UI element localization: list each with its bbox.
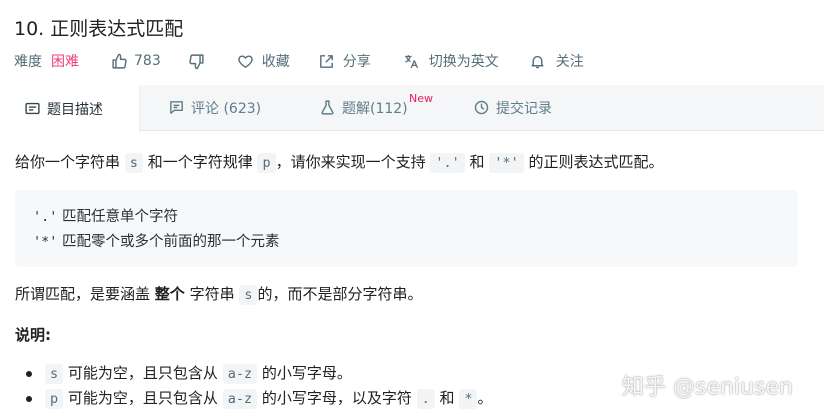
inline-code-p: p: [257, 153, 276, 173]
difficulty-label: 难度: [14, 54, 42, 70]
inline-code-dot: .: [416, 389, 435, 409]
translate-button[interactable]: 切换为英文: [403, 51, 499, 71]
comment-icon: [168, 99, 186, 117]
match-text: 所谓匹配，是要涵盖: [15, 285, 155, 303]
intro-text: 和: [464, 153, 490, 171]
share-label: 分享: [342, 54, 371, 70]
tab-solutions[interactable]: 题解(112): [319, 85, 408, 131]
problem-intro: 给你一个字符串 s 和一个字符规律 p ，请你来实现一个支持 '.' 和 '*' …: [15, 151, 664, 174]
list-item: s 可能为空，且只包含从 a-z 的小写字母。: [25, 361, 492, 386]
inline-code-range: a-z: [222, 364, 258, 384]
translate-label: 切换为英文: [428, 54, 499, 70]
rule-dot: '.' 匹配任意单个字符: [33, 205, 780, 230]
history-icon: [473, 99, 491, 117]
heart-icon: [237, 52, 255, 70]
rule-star: '*' 匹配零个或多个前面的那一个元素: [33, 230, 780, 255]
share-icon: [318, 52, 336, 70]
note-text: 的小写字母，以及字符: [257, 389, 417, 407]
note-heading: 说明:: [15, 326, 51, 344]
watermark: 知乎 @seniusen: [622, 375, 793, 400]
tab-comments-label: 评论 (623): [191, 101, 262, 117]
thumbs-down-icon: [188, 52, 206, 70]
match-bold-text: 整个: [154, 285, 185, 303]
problem-title: 10. 正则表达式匹配: [14, 18, 184, 40]
problem-header: 10. 正则表达式匹配 难度 困难 783 收藏 分享 切换为英文 关注: [0, 0, 824, 85]
list-item: p 可能为空，且只包含从 a-z 的小写字母，以及字符 . 和 *。: [25, 386, 493, 411]
note-text: 可能为空，且只包含从: [63, 389, 223, 407]
follow-label: 关注: [555, 54, 584, 70]
intro-text: 和一个字符规律: [142, 153, 258, 171]
inline-code-range: a-z: [222, 389, 258, 409]
problem-meta-bar: 难度 困难 783 收藏 分享 切换为英文 关注: [14, 51, 584, 71]
tab-solutions-label: 题解(112): [342, 101, 408, 117]
thumbs-up-icon: [110, 52, 128, 70]
like-count: 783: [134, 53, 161, 69]
dislike-button[interactable]: [188, 52, 206, 70]
favorite-button[interactable]: 收藏: [237, 51, 290, 71]
note-text: 。: [477, 389, 493, 407]
tab-description[interactable]: 题目描述: [0, 85, 140, 132]
new-badge: New: [409, 92, 433, 105]
tab-comments[interactable]: 评论 (623): [168, 85, 261, 131]
favorite-label: 收藏: [261, 54, 290, 70]
note-list: s 可能为空，且只包含从 a-z 的小写字母。 p 可能为空，且只包含从 a-z…: [25, 361, 493, 411]
inline-code-star: '*': [489, 153, 524, 173]
like-button[interactable]: 783: [110, 52, 161, 70]
tab-submissions[interactable]: 提交记录: [473, 85, 552, 131]
rules-code-block: '.' 匹配任意单个字符 '*' 匹配零个或多个前面的那一个元素: [15, 190, 798, 267]
rule-star-text: 匹配零个或多个前面的那一个元素: [57, 234, 280, 250]
intro-text: 给你一个字符串: [15, 153, 125, 171]
inline-code-s: s: [45, 364, 64, 384]
bell-icon: [529, 52, 547, 70]
difficulty-value: 困难: [51, 54, 79, 70]
tab-submissions-label: 提交记录: [496, 101, 552, 117]
rule-star-code: '*': [33, 234, 58, 250]
note-text: 和: [434, 389, 460, 407]
note-text: 可能为空，且只包含从: [63, 364, 223, 382]
translate-icon: [403, 52, 421, 70]
intro-text: ，请你来实现一个支持: [275, 153, 431, 171]
inline-code-p: p: [45, 389, 64, 409]
match-text: 字符串: [184, 285, 240, 303]
match-text: 的，而不是部分字符串。: [257, 285, 423, 303]
flask-icon: [319, 99, 337, 117]
intro-text: 的正则表达式匹配。: [523, 153, 664, 171]
note-text: 的小写字母。: [257, 364, 352, 382]
follow-button[interactable]: 关注: [529, 51, 584, 71]
match-definition: 所谓匹配，是要涵盖 整个 字符串 s 的，而不是部分字符串。: [15, 283, 423, 306]
rule-dot-text: 匹配任意单个字符: [57, 209, 178, 225]
description-icon: [24, 100, 42, 118]
inline-code-s: s: [239, 285, 258, 305]
inline-code-s: s: [124, 153, 143, 173]
rule-dot-code: '.': [33, 209, 58, 225]
inline-code-star: *: [459, 389, 478, 409]
inline-code-dot: '.': [430, 153, 465, 173]
tab-description-label: 题目描述: [47, 101, 103, 118]
share-button[interactable]: 分享: [318, 51, 371, 71]
